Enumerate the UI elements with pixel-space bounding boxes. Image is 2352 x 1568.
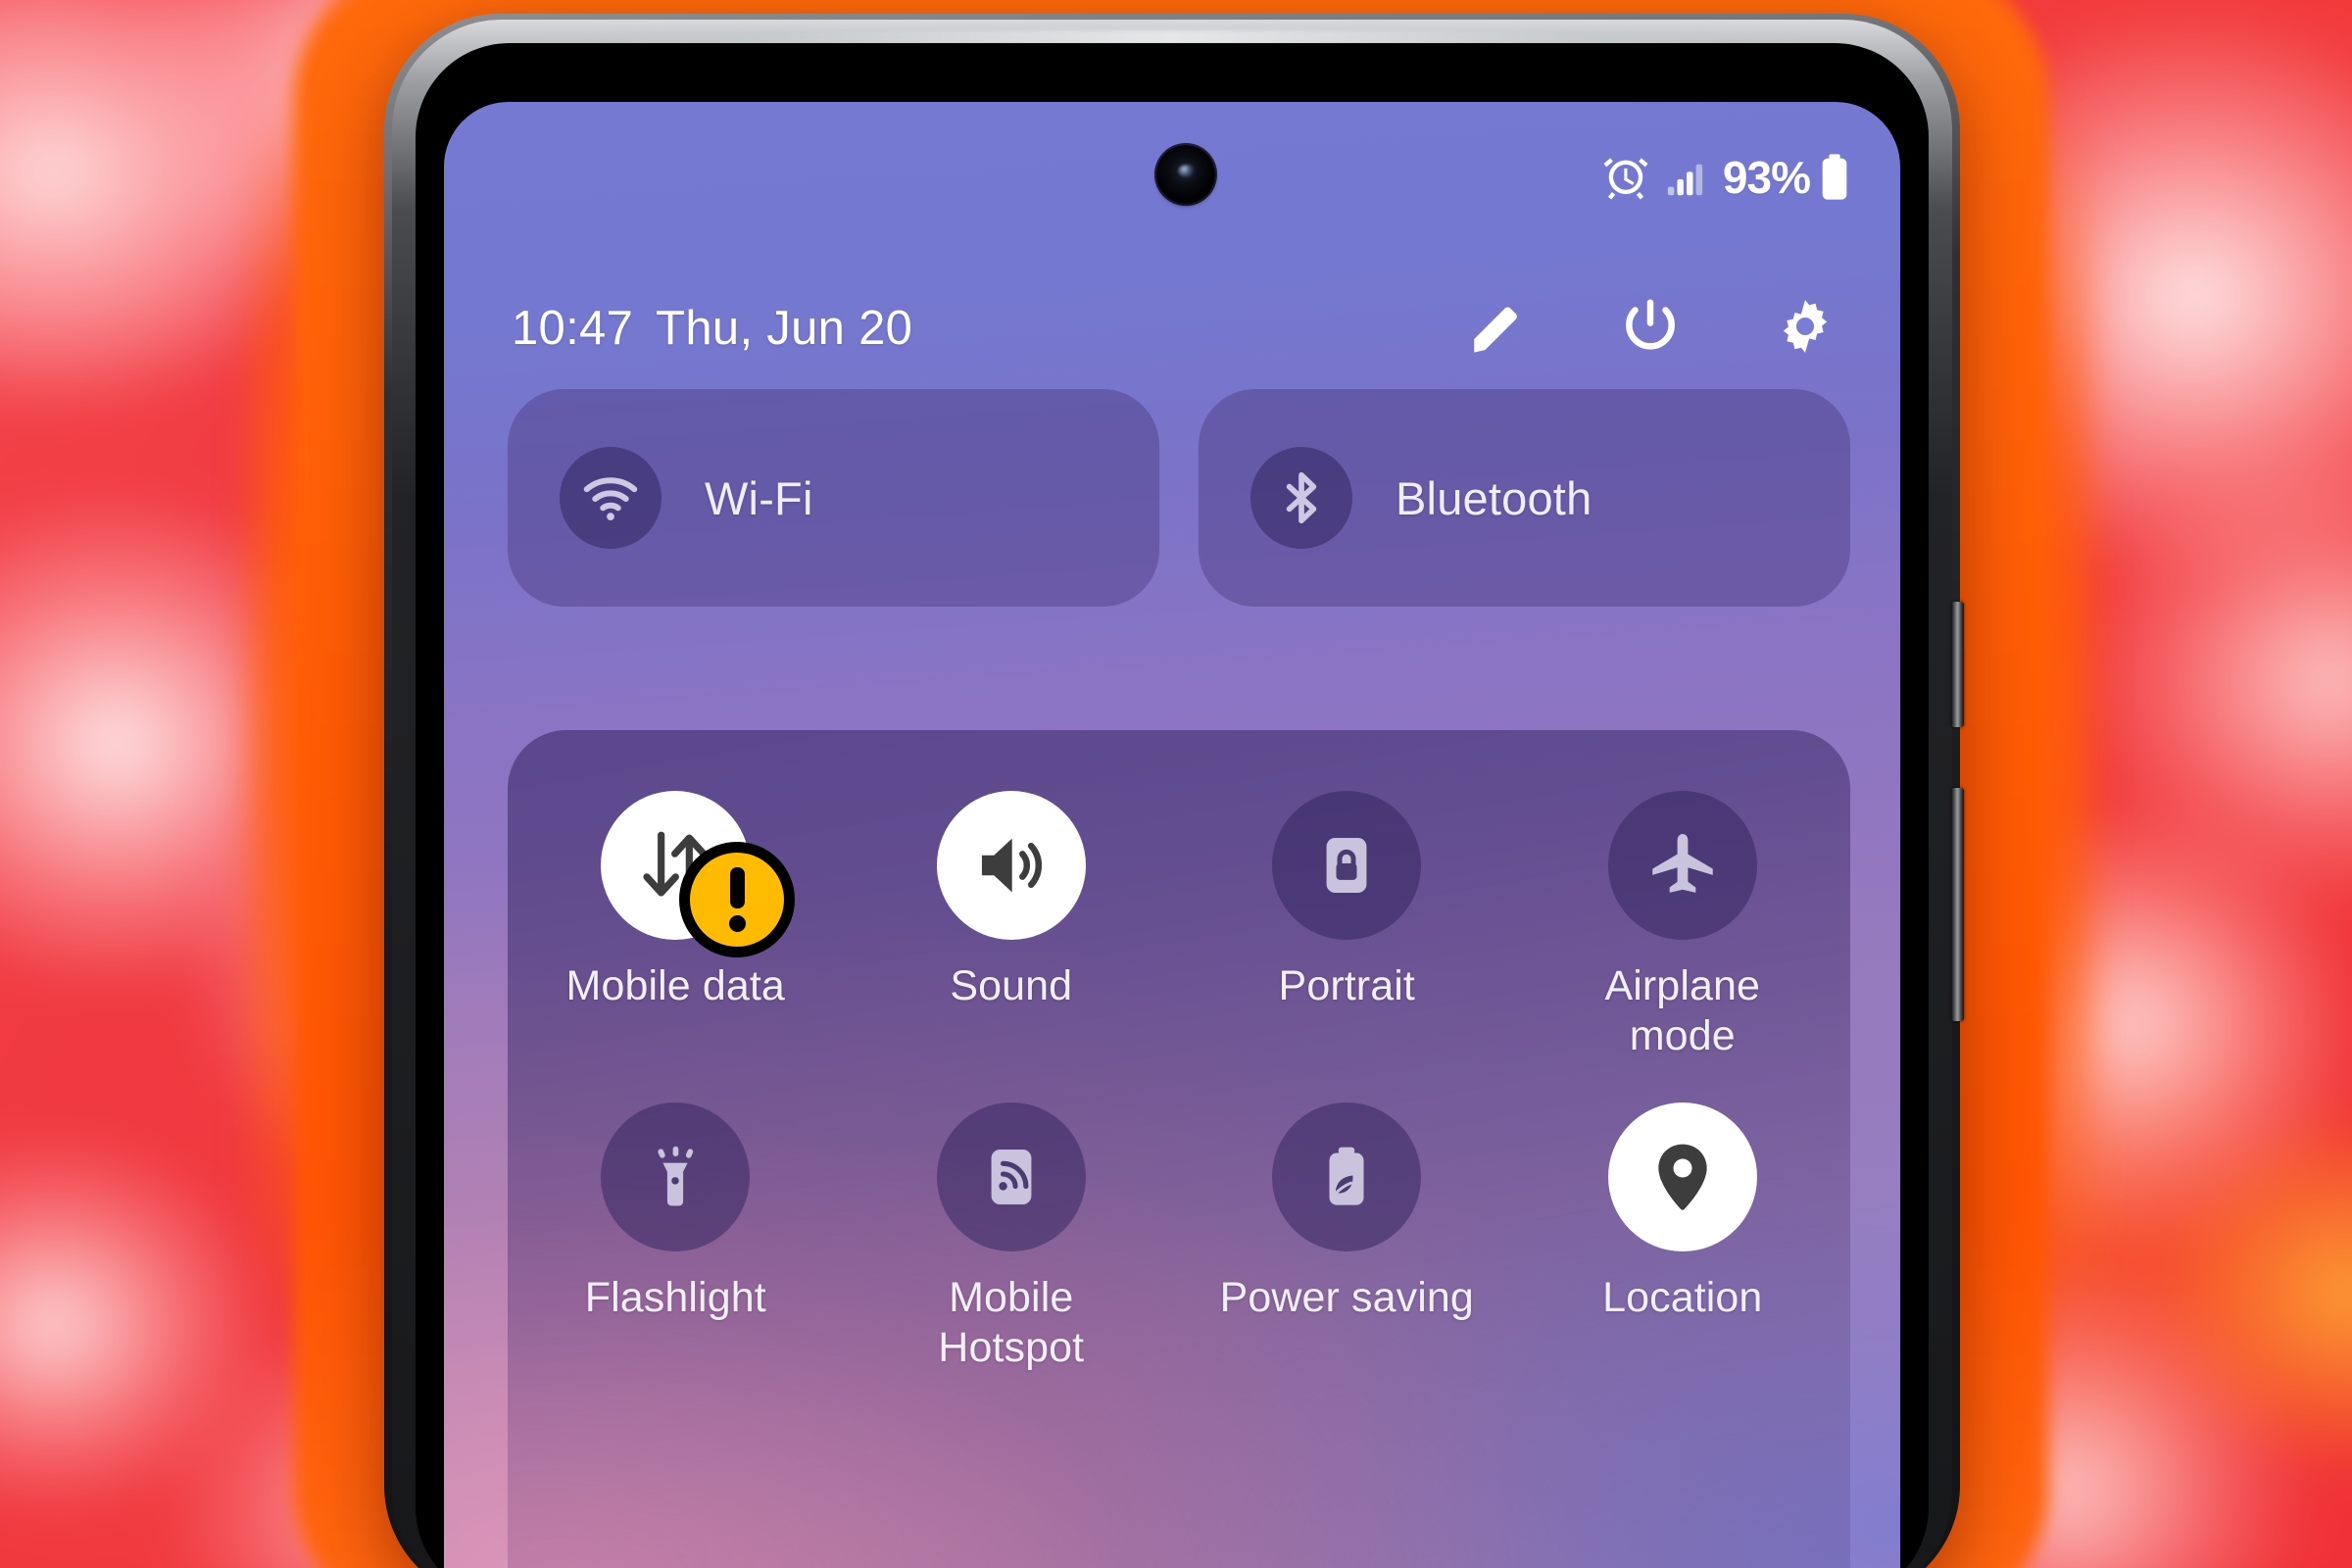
tile-mobile-hotspot[interactable]: Mobile Hotspot [844, 1102, 1180, 1373]
tile-grid: Mobile data Sound Portrait Airplane mode… [508, 791, 1850, 1374]
tile-location[interactable]: Location [1515, 1102, 1851, 1373]
wifi-icon [560, 447, 662, 549]
hotspot-icon [936, 1102, 1086, 1252]
battery-leaf-icon [1272, 1102, 1422, 1252]
battery-icon [1818, 153, 1851, 202]
clock-date-group: 10:47 Thu, Jun 20 [512, 301, 912, 356]
tile-mobile-data[interactable]: Mobile data [508, 791, 844, 1061]
alarm-clock-icon [1601, 153, 1650, 202]
quick-settings-tile-panel: Mobile data Sound Portrait Airplane mode… [508, 730, 1850, 1568]
screenshot-stage: 93% 10:47 Thu, Jun 20 Wi-Fi Bluetooth Mo… [0, 0, 2352, 1568]
location-pin-icon [1607, 1102, 1757, 1252]
tile-portrait[interactable]: Portrait [1179, 791, 1515, 1061]
volume-button[interactable] [1951, 602, 1964, 727]
settings-button[interactable] [1775, 298, 1836, 359]
battery-percentage: 93% [1722, 152, 1811, 203]
clock-date: Thu, Jun 20 [656, 302, 913, 355]
quick-panel-header: 10:47 Thu, Jun 20 [444, 282, 1900, 374]
header-actions [1465, 298, 1836, 359]
clock-time: 10:47 [512, 302, 634, 355]
bluetooth-label: Bluetooth [1396, 471, 1592, 524]
tile-airplane-mode[interactable]: Airplane mode [1515, 791, 1851, 1061]
speaker-icon [936, 791, 1086, 940]
gear-icon [1775, 296, 1836, 362]
power-icon [1620, 296, 1681, 362]
exclamation-glyph [728, 867, 746, 932]
rotation-lock-icon [1272, 791, 1422, 940]
rim-highlight [539, 30, 1805, 44]
data-transfer-icon [601, 791, 796, 957]
airplane-icon [1607, 791, 1757, 940]
edit-button[interactable] [1465, 298, 1526, 359]
status-bar: 93% [444, 147, 1900, 208]
tile-label: Airplane mode [1604, 962, 1761, 1060]
flashlight-icon [601, 1102, 751, 1252]
tile-flashlight[interactable]: Flashlight [508, 1102, 844, 1373]
cellular-signal-icon [1664, 155, 1709, 200]
tile-label: Sound [950, 962, 1073, 1009]
tile-power-saving[interactable]: Power saving [1179, 1102, 1515, 1373]
bluetooth-toggle[interactable]: Bluetooth [1199, 389, 1850, 607]
bluetooth-icon [1250, 447, 1352, 549]
tile-label: Mobile data [565, 962, 785, 1009]
tile-label: Mobile Hotspot [938, 1274, 1085, 1372]
power-button[interactable] [1620, 298, 1681, 359]
tile-sound[interactable]: Sound [844, 791, 1180, 1061]
tile-label: Flashlight [584, 1274, 766, 1322]
connectivity-pills: Wi-Fi Bluetooth [508, 389, 1850, 607]
tile-label: Portrait [1278, 962, 1415, 1009]
tile-label: Location [1602, 1274, 1763, 1322]
power-side-button[interactable] [1951, 788, 1964, 1021]
tile-label: Power saving [1219, 1274, 1474, 1322]
pencil-icon [1467, 298, 1524, 360]
wifi-label: Wi-Fi [705, 471, 813, 524]
warning-badge [679, 842, 796, 957]
wifi-toggle[interactable]: Wi-Fi [508, 389, 1159, 607]
